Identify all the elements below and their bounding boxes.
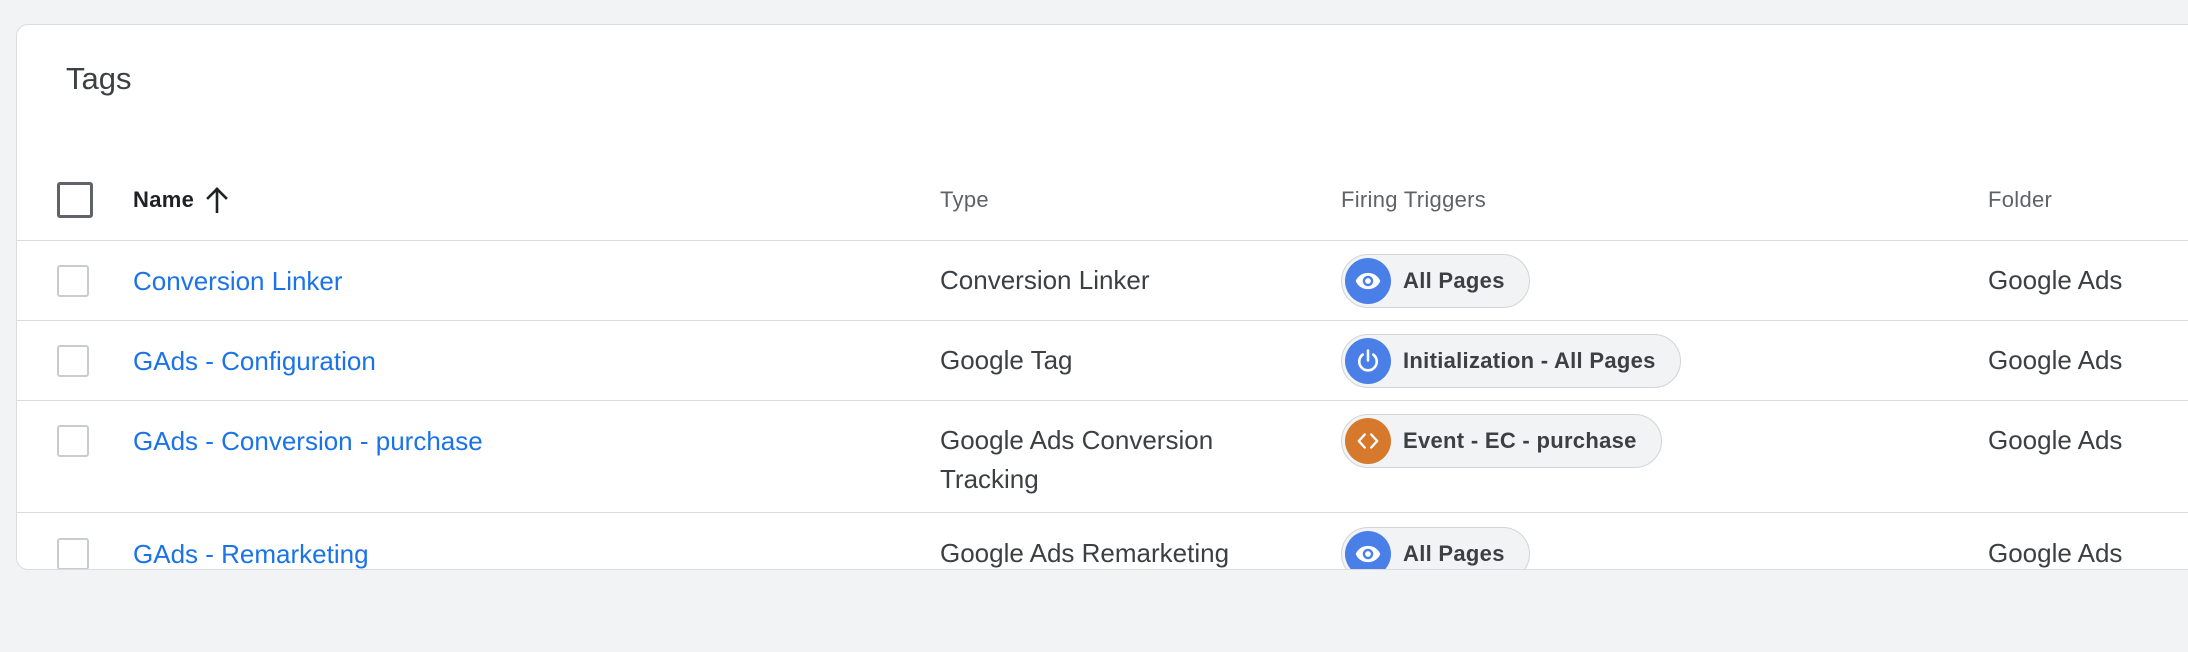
column-header-folder[interactable]: Folder — [1988, 159, 2188, 240]
column-header-firing-triggers[interactable]: Firing Triggers — [1341, 159, 1961, 240]
column-header-type[interactable]: Type — [940, 159, 1340, 240]
row-checkbox[interactable] — [57, 537, 89, 569]
eye-icon — [1345, 530, 1391, 569]
tag-type-line-2: Tracking — [940, 464, 1039, 494]
column-header-firing-triggers-label: Firing Triggers — [1341, 186, 1487, 212]
trigger-chip[interactable]: All Pages — [1341, 526, 1530, 569]
table-row: GAds - Conversion - purchase Google Ads … — [17, 401, 2188, 513]
tags-card: Tags Name Type Firing Triggers Folder Co… — [16, 24, 2188, 570]
table-header: Name Type Firing Triggers Folder — [17, 159, 2188, 241]
column-header-folder-label: Folder — [1988, 186, 2053, 212]
tag-folder: Google Ads — [1988, 265, 2123, 295]
row-checkbox[interactable] — [57, 425, 89, 457]
trigger-chip[interactable]: Initialization - All Pages — [1341, 333, 1681, 388]
tag-folder: Google Ads — [1988, 538, 2123, 568]
row-checkbox[interactable] — [57, 344, 89, 377]
column-header-type-label: Type — [940, 186, 989, 212]
tag-type: Google Tag — [940, 345, 1073, 375]
tag-folder: Google Ads — [1988, 345, 2123, 375]
tag-type-line-1: Google Ads Conversion — [940, 425, 1214, 455]
column-header-name[interactable]: Name — [133, 159, 913, 240]
tag-name-link[interactable]: Conversion Linker — [133, 261, 343, 301]
row-checkbox[interactable] — [57, 264, 89, 297]
trigger-chip[interactable]: Event - EC - purchase — [1341, 414, 1662, 468]
tag-name-link[interactable]: GAds - Configuration — [133, 341, 376, 381]
tag-folder: Google Ads — [1988, 425, 2123, 455]
code-icon — [1345, 418, 1391, 464]
table-row: GAds - Remarketing Google Ads Remarketin… — [17, 513, 2188, 570]
trigger-label: All Pages — [1403, 540, 1505, 566]
tag-type: Google Ads Remarketing — [940, 538, 1230, 568]
eye-icon — [1345, 257, 1391, 304]
column-header-name-label: Name — [133, 186, 195, 212]
table-row: Conversion Linker Conversion Linker All … — [17, 241, 2188, 321]
power-icon — [1345, 337, 1391, 384]
trigger-label: Event - EC - purchase — [1403, 428, 1637, 453]
arrow-up-icon[interactable] — [206, 186, 228, 213]
trigger-label: Initialization - All Pages — [1403, 347, 1656, 373]
card-title: Tags — [66, 61, 132, 96]
tag-name-link[interactable]: GAds - Remarketing — [133, 534, 369, 570]
select-all-checkbox[interactable] — [57, 181, 93, 218]
trigger-chip[interactable]: All Pages — [1341, 253, 1530, 308]
trigger-label: All Pages — [1403, 267, 1505, 293]
tag-type: Conversion Linker — [940, 265, 1150, 295]
tags-table: Name Type Firing Triggers Folder Convers… — [17, 159, 2188, 570]
tag-name-link[interactable]: GAds - Conversion - purchase — [133, 421, 483, 461]
table-row: GAds - Configuration Google Tag Initiali… — [17, 321, 2188, 401]
